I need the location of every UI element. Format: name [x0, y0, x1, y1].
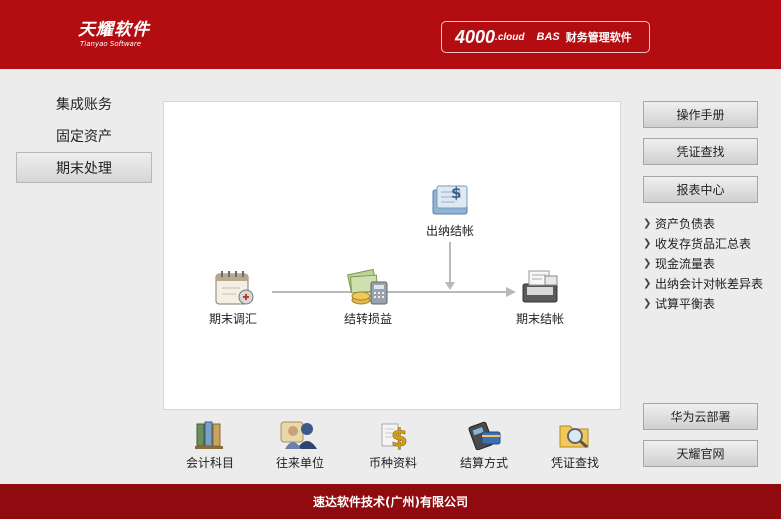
chevron-right-icon: ❯ — [643, 257, 652, 269]
tool-label: 会计科目 — [185, 456, 234, 470]
register-close-icon — [522, 270, 558, 303]
workflow-arrows — [272, 242, 516, 297]
brand-description: 财务管理软件 — [565, 31, 632, 44]
cashier-close-icon: $ — [432, 184, 468, 215]
money-calculator-icon — [347, 268, 388, 305]
voucher-search-icon — [559, 425, 589, 449]
report-item-label: 收发存货品汇总表 — [655, 236, 752, 251]
ledger-books-icon — [195, 421, 223, 449]
currency-icon: $ — [381, 423, 408, 450]
brand-bas: BAS — [536, 31, 560, 43]
report-item-inventory-summary[interactable]: ❯ 收发存货品汇总表 — [643, 233, 781, 253]
report-item-label: 试算平衡表 — [655, 296, 716, 311]
workflow-panel: $ 出纳结帐 期末调汇 结转损益 期末结帐 — [163, 101, 621, 410]
flow-node-label: 出纳结帐 — [425, 224, 474, 238]
official-site-button[interactable]: 天耀官网 — [643, 440, 758, 467]
chevron-right-icon: ❯ — [643, 277, 652, 289]
report-item-label: 资产负债表 — [655, 216, 716, 231]
nav-item-period-end[interactable]: 期末处理 — [16, 152, 152, 183]
flow-arrow-head-down — [445, 282, 455, 290]
module-nav: 集成账务 固定资产 期末处理 — [16, 88, 152, 184]
app-footer: 速达软件技术(广州)有限公司 — [0, 484, 781, 519]
tool-currency[interactable]: $ 币种资料 — [353, 418, 433, 471]
app-header: 天耀软件 Tianyao Software 4000 .cloud BAS 财务… — [0, 0, 781, 69]
huawei-cloud-button[interactable]: 华为云部署 — [643, 403, 758, 430]
company-logo: 天耀软件 Tianyao Software — [78, 20, 150, 49]
report-item-cash-flow[interactable]: ❯ 现金流量表 — [643, 253, 781, 273]
flow-node-fx-adjust[interactable]: 期末调汇 — [193, 266, 273, 327]
chevron-right-icon: ❯ — [643, 217, 652, 229]
quick-toolbar: 会计科目 往来单位 $ 币种资料 结算方式 凭证查找 — [163, 418, 621, 478]
flow-node-label: 期末结帐 — [515, 312, 564, 326]
manual-button[interactable]: 操作手册 — [643, 101, 758, 128]
tool-label: 币种资料 — [368, 456, 417, 470]
logo-text-cn: 天耀软件 — [78, 20, 150, 40]
nav-item-label: 集成账务 — [56, 96, 112, 113]
contacts-icon — [280, 421, 317, 449]
tool-contacts[interactable]: 往来单位 — [260, 418, 340, 471]
svg-text:$: $ — [391, 424, 408, 450]
tool-label: 往来单位 — [275, 456, 324, 470]
tool-accounts[interactable]: 会计科目 — [170, 418, 250, 471]
tool-label: 凭证查找 — [550, 456, 599, 470]
nav-item-fixed-assets[interactable]: 固定资产 — [16, 120, 152, 151]
report-list: ❯ 资产负债表 ❯ 收发存货品汇总表 ❯ 现金流量表 ❯ 出纳会计对帐差异表 ❯ 试算平衡… — [643, 213, 781, 313]
tool-label: 结算方式 — [459, 456, 508, 470]
chevron-right-icon: ❯ — [643, 297, 652, 309]
flow-node-period-close[interactable]: 期末结帐 — [500, 266, 580, 327]
tool-settlement[interactable]: 结算方式 — [444, 418, 524, 471]
brand-number: 4000 — [455, 26, 496, 47]
calendar-exchange-icon — [215, 271, 254, 305]
report-center-button[interactable]: 报表中心 — [643, 176, 758, 203]
nav-item-label: 固定资产 — [56, 128, 112, 145]
flow-node-pnl-transfer[interactable]: 结转损益 — [328, 266, 408, 327]
nav-item-label: 期末处理 — [56, 160, 112, 177]
report-item-label: 出纳会计对帐差异表 — [655, 276, 764, 291]
report-item-reconciliation[interactable]: ❯ 出纳会计对帐差异表 — [643, 273, 781, 293]
logo-text-en: Tianyao Software — [80, 40, 142, 48]
brand-cloud: .cloud — [495, 31, 525, 43]
nav-item-ledger[interactable]: 集成账务 — [16, 88, 152, 119]
settlement-card-icon — [468, 421, 501, 450]
flow-node-label: 期末调汇 — [208, 312, 257, 326]
report-item-label: 现金流量表 — [655, 256, 716, 271]
voucher-search-button[interactable]: 凭证查找 — [643, 138, 758, 165]
tool-voucher-search[interactable]: 凭证查找 — [535, 418, 615, 471]
report-item-balance-sheet[interactable]: ❯ 资产负债表 — [643, 213, 781, 233]
flow-node-label: 结转损益 — [343, 312, 392, 326]
report-item-trial-balance[interactable]: ❯ 试算平衡表 — [643, 293, 781, 313]
flow-node-cashier-close[interactable]: $ 出纳结帐 — [410, 178, 490, 239]
chevron-right-icon: ❯ — [643, 237, 652, 249]
footer-company: 速达软件技术(广州)有限公司 — [313, 495, 468, 509]
svg-text:$: $ — [451, 184, 461, 202]
product-brand-box: 4000 .cloud BAS 财务管理软件 — [441, 21, 650, 53]
